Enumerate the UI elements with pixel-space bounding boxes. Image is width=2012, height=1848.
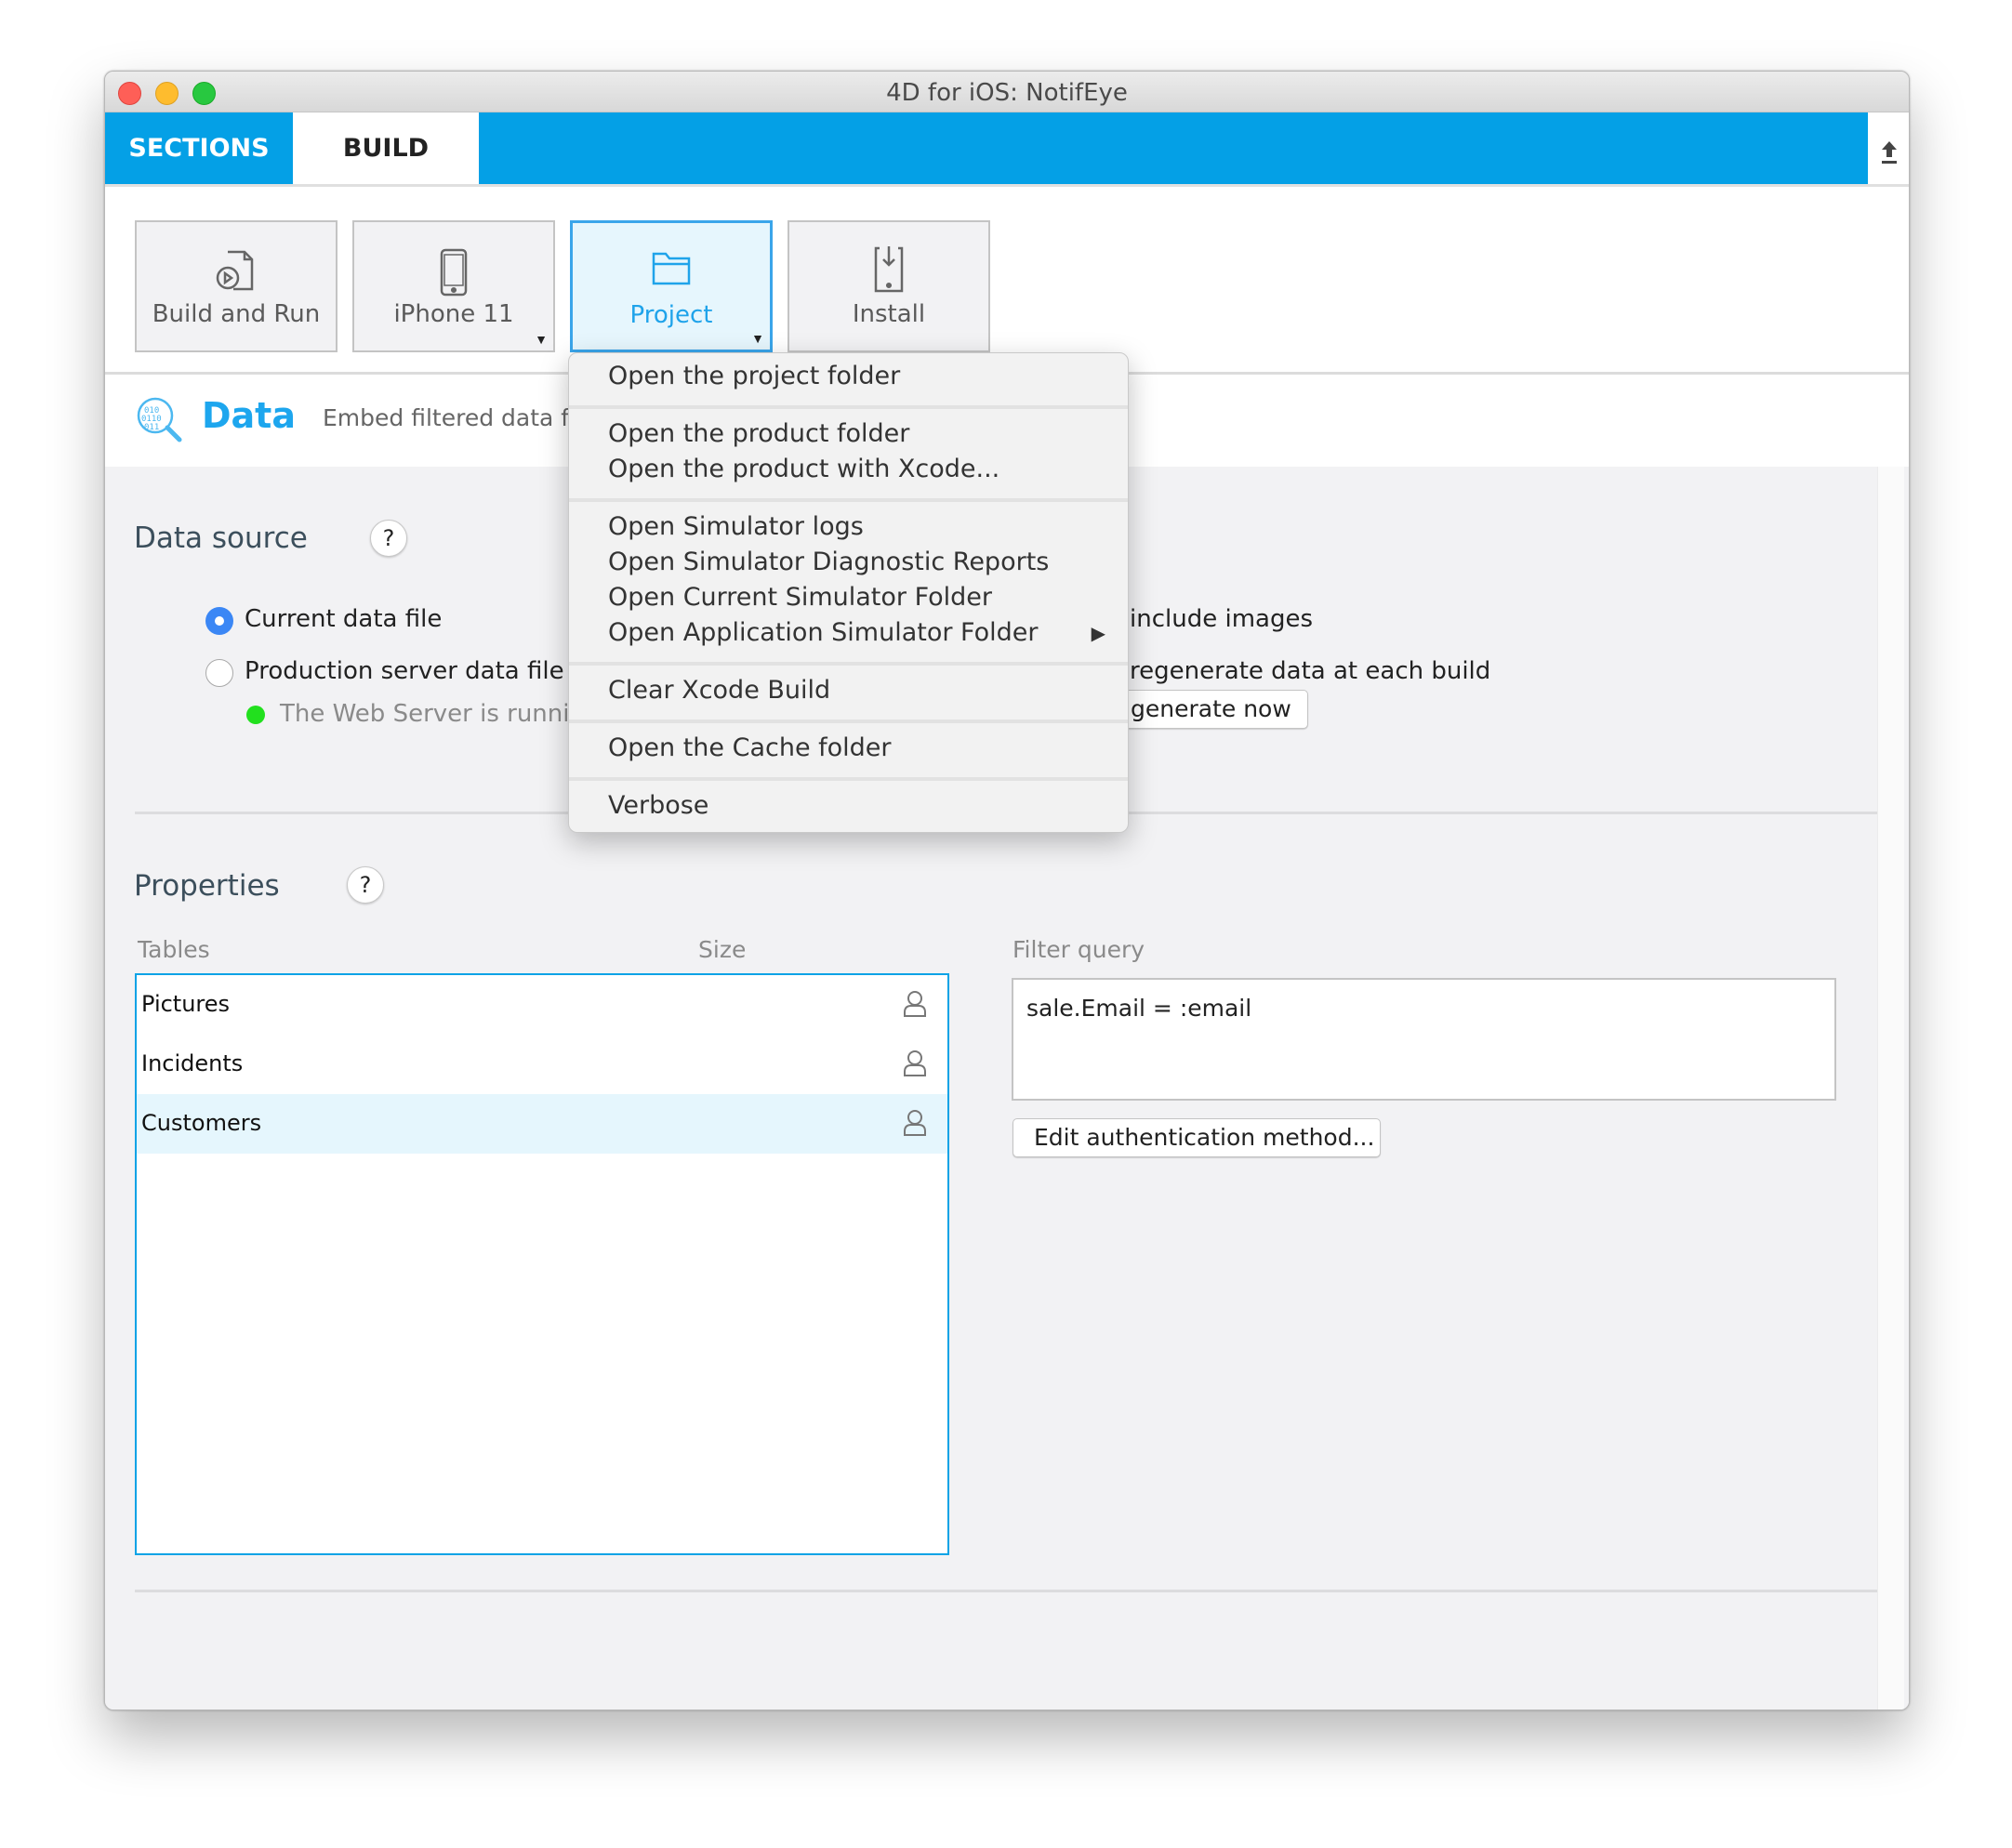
menu-item-open-project-folder[interactable]: Open the project folder [608, 362, 900, 390]
tab-build[interactable]: BUILD [293, 112, 479, 184]
build-and-run-label: Build and Run [152, 300, 321, 328]
table-row[interactable]: Pictures [137, 975, 947, 1035]
dropdown-caret-icon: ▼ [751, 331, 764, 346]
table-row[interactable]: Incidents [137, 1035, 947, 1094]
window-title: 4D for iOS: NotifEye [886, 79, 1128, 107]
title-bar: 4D for iOS: NotifEye [105, 72, 1909, 112]
device-selector-button[interactable]: iPhone 11 ▼ [352, 220, 555, 352]
properties-heading: Properties [134, 869, 280, 903]
menu-item-open-simulator-logs[interactable]: Open Simulator logs [608, 512, 864, 541]
tab-sections[interactable]: SECTIONS [105, 112, 293, 184]
project-dropdown-menu: Open the project folder Open the product… [568, 352, 1129, 833]
submenu-arrow-icon: ▶ [1091, 624, 1105, 644]
table-name: Incidents [141, 1050, 244, 1076]
include-images-label[interactable]: include images [1130, 605, 1313, 633]
section-description: Embed filtered data fo [323, 404, 584, 431]
properties-help-button[interactable]: ? [347, 866, 384, 904]
dropdown-caret-icon: ▼ [535, 332, 548, 347]
vertical-scrollbar[interactable] [1877, 467, 1904, 1709]
device-label: iPhone 11 [393, 300, 514, 328]
data-source-heading: Data source [134, 521, 308, 555]
menu-item-open-cache-folder[interactable]: Open the Cache folder [608, 733, 892, 762]
filter-query-label: Filter query [1013, 936, 1145, 963]
section-divider [135, 1590, 1877, 1592]
filter-query-input[interactable]: sale.Email = :email [1012, 978, 1836, 1101]
build-and-run-button[interactable]: Build and Run [135, 220, 338, 352]
svg-text:011: 011 [144, 423, 159, 432]
production-server-radio[interactable] [205, 659, 233, 687]
regenerate-now-label: generate now [1131, 695, 1291, 722]
table-row-selected[interactable]: Customers [137, 1094, 947, 1154]
tab-bar: SECTIONS BUILD [105, 112, 1868, 184]
filter-query-value: sale.Email = :email [1026, 995, 1252, 1022]
current-data-file-label[interactable]: Current data file [245, 605, 442, 633]
server-status-indicator [246, 706, 265, 724]
menu-item-open-product-folder[interactable]: Open the product folder [608, 419, 909, 448]
user-icon[interactable] [903, 1049, 927, 1082]
menu-item-verbose[interactable]: Verbose [608, 791, 708, 820]
edit-authentication-button[interactable]: Edit authentication method... [1013, 1118, 1381, 1157]
menu-item-open-product-xcode[interactable]: Open the product with Xcode... [608, 455, 999, 483]
menu-item-open-simulator-diagnostic-reports[interactable]: Open Simulator Diagnostic Reports [608, 548, 1049, 576]
table-name: Pictures [141, 991, 231, 1017]
menu-item-open-application-simulator-folder[interactable]: Open Application Simulator Folder [608, 618, 1038, 647]
menu-separator [569, 719, 1128, 723]
server-status-text: The Web Server is running [280, 700, 601, 728]
user-icon[interactable] [903, 1109, 927, 1142]
table-name: Customers [141, 1110, 262, 1136]
install-label: Install [852, 300, 926, 328]
regenerate-each-build-label[interactable]: regenerate data at each build [1130, 657, 1490, 685]
production-server-label[interactable]: Production server data file [245, 657, 564, 685]
edit-authentication-label: Edit authentication method... [1034, 1124, 1375, 1151]
tables-list[interactable]: Pictures Incidents Customers [135, 973, 949, 1555]
folder-icon [651, 249, 692, 291]
upload-icon[interactable] [1881, 140, 1898, 165]
menu-separator [569, 405, 1128, 409]
size-column-header[interactable]: Size [698, 936, 746, 963]
project-label: Project [629, 301, 713, 329]
menu-separator [569, 498, 1128, 502]
build-run-icon [213, 248, 259, 299]
section-title: Data [202, 395, 296, 436]
menu-separator [569, 777, 1128, 781]
data-source-help-button[interactable]: ? [370, 520, 407, 557]
tables-column-header[interactable]: Tables [138, 936, 210, 963]
menu-separator [569, 662, 1128, 666]
user-icon[interactable] [903, 990, 927, 1023]
current-data-file-radio[interactable] [205, 607, 233, 635]
menu-item-clear-xcode-build[interactable]: Clear Xcode Build [608, 676, 830, 705]
iphone-icon [438, 248, 470, 301]
menu-item-open-current-simulator-folder[interactable]: Open Current Simulator Folder [608, 583, 992, 612]
install-icon [872, 244, 906, 299]
install-button[interactable]: Install [788, 220, 990, 352]
project-button[interactable]: Project ▼ [570, 220, 773, 352]
data-search-icon: 010 0110 011 [135, 395, 183, 448]
app-window: 4D for iOS: NotifEye SECTIONS BUILD Buil… [104, 71, 1910, 1710]
